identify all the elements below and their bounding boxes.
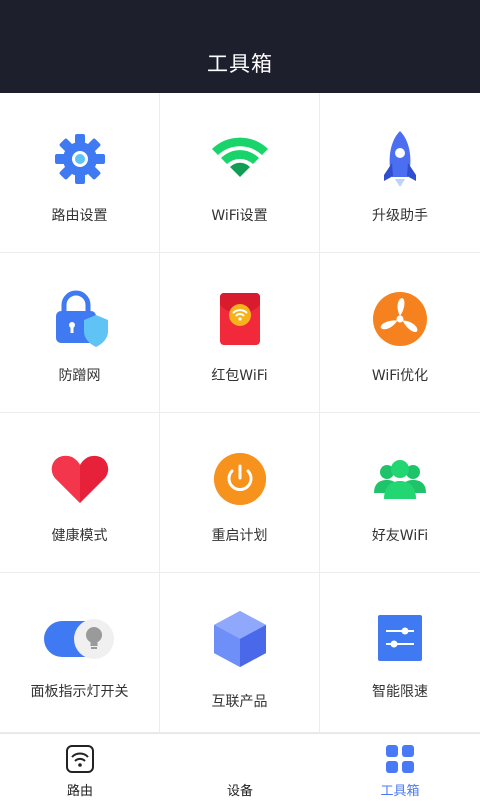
- sliders-icon: [370, 609, 430, 669]
- tool-label: 重启计划: [211, 528, 268, 544]
- tool-label: 升级助手: [372, 208, 428, 224]
- tool-red-envelope-wifi[interactable]: 红包WiFi: [160, 253, 320, 413]
- tool-wifi-optimize[interactable]: WiFi优化: [320, 253, 480, 413]
- tab-devices[interactable]: 设备: [160, 734, 320, 801]
- tool-friend-wifi[interactable]: 好友WiFi: [320, 413, 480, 573]
- tool-label: WiFi优化: [371, 368, 429, 384]
- gear-icon: [50, 129, 110, 189]
- tab-label: 工具箱: [380, 784, 420, 799]
- tool-label: 路由设置: [51, 208, 108, 224]
- bottom-tab-bar: 路由 设备 工具箱: [0, 733, 480, 801]
- red-envelope-wifi-icon: [210, 289, 270, 349]
- tool-label: WiFi设置: [211, 208, 268, 224]
- tab-label: 设备: [226, 784, 253, 799]
- tool-upgrade-assistant[interactable]: 升级助手: [320, 93, 480, 253]
- tool-label: 好友WiFi: [371, 528, 429, 544]
- lock-shield-icon: [50, 289, 110, 349]
- tool-anti-freeload[interactable]: 防蹭网: [0, 253, 160, 413]
- tool-label: 智能限速: [372, 684, 428, 700]
- tool-grid: 路由设置 WiFi设置 升级助手 防蹭网 红包WiFi WiFi优化 健康模式 …: [0, 93, 480, 733]
- power-icon: [210, 449, 270, 509]
- tab-router[interactable]: 路由: [0, 734, 160, 801]
- tab-label: 路由: [66, 784, 93, 799]
- friends-icon: [370, 449, 430, 509]
- page-title: 工具箱: [207, 52, 273, 76]
- tool-connected-products[interactable]: 互联产品: [160, 573, 320, 733]
- grid-icon: [385, 744, 415, 774]
- devices-icon: [225, 744, 255, 774]
- toggle-bulb-icon: [42, 609, 118, 669]
- wifi-icon: [210, 129, 270, 189]
- tool-reboot-schedule[interactable]: 重启计划: [160, 413, 320, 573]
- tool-label: 红包WiFi: [211, 368, 268, 384]
- tool-wifi-settings[interactable]: WiFi设置: [160, 93, 320, 253]
- fan-icon: [370, 289, 430, 349]
- tool-panel-light-switch[interactable]: 面板指示灯开关: [0, 573, 160, 733]
- tab-toolbox[interactable]: 工具箱: [320, 734, 480, 801]
- heart-icon: [50, 449, 110, 509]
- tool-smart-speed-limit[interactable]: 智能限速: [320, 573, 480, 733]
- tool-health-mode[interactable]: 健康模式: [0, 413, 160, 573]
- tool-label: 面板指示灯开关: [30, 684, 129, 700]
- rocket-icon: [370, 129, 430, 189]
- cube-icon: [210, 609, 270, 669]
- router-wifi-icon: [65, 744, 95, 774]
- app-header: 工具箱: [0, 0, 480, 93]
- tool-label: 防蹭网: [58, 368, 101, 384]
- tool-router-settings[interactable]: 路由设置: [0, 93, 160, 253]
- tool-label: 健康模式: [51, 528, 108, 544]
- tool-label: 互联产品: [211, 694, 268, 710]
